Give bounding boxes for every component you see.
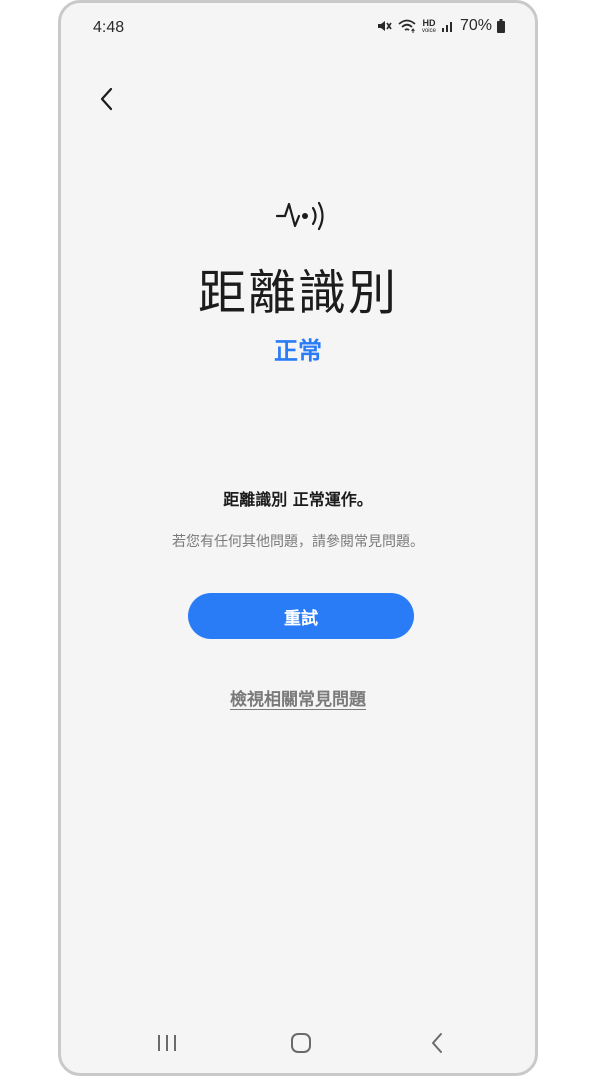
recent-apps-button[interactable] xyxy=(145,1027,189,1063)
wifi-icon xyxy=(397,18,417,34)
help-message: 若您有任何其他問題，請參閱常見問題。 xyxy=(172,534,424,550)
faq-link[interactable]: 檢視相關常見問題 xyxy=(61,685,535,710)
nav-back-button[interactable] xyxy=(415,1027,459,1063)
muted-speaker-icon xyxy=(376,18,392,34)
status-label: 正常 xyxy=(274,337,322,365)
back-button[interactable] xyxy=(91,85,123,117)
home-button[interactable] xyxy=(279,1027,323,1063)
pulse-signal-icon xyxy=(275,196,327,232)
battery-icon xyxy=(497,19,505,33)
retry-button[interactable]: 重試 xyxy=(188,593,414,639)
hd-label: HD xyxy=(422,17,436,28)
page-title: 距離識別 xyxy=(197,265,398,321)
battery-percent: 70% xyxy=(459,17,492,34)
chevron-left-icon xyxy=(99,86,115,116)
voice-label: voice xyxy=(421,27,436,34)
status-time: 4:48 xyxy=(93,19,125,36)
status-bar: 4:48 HD voice 70% xyxy=(61,3,535,55)
home-icon xyxy=(290,1032,312,1058)
hd-voice-indicator: HD voice xyxy=(421,17,436,34)
navigation-bar xyxy=(61,1017,535,1073)
cell-signal-icon xyxy=(441,19,455,33)
status-icons: HD voice 70% xyxy=(376,17,505,35)
status-message: 距離識別 正常運作。 xyxy=(223,490,373,509)
phone-frame: 4:48 HD voice 70% 距離識別 正常 距離識別 正常運作。 若您有… xyxy=(58,0,538,1076)
recent-apps-icon xyxy=(156,1033,178,1057)
back-arrow-icon xyxy=(430,1032,444,1058)
